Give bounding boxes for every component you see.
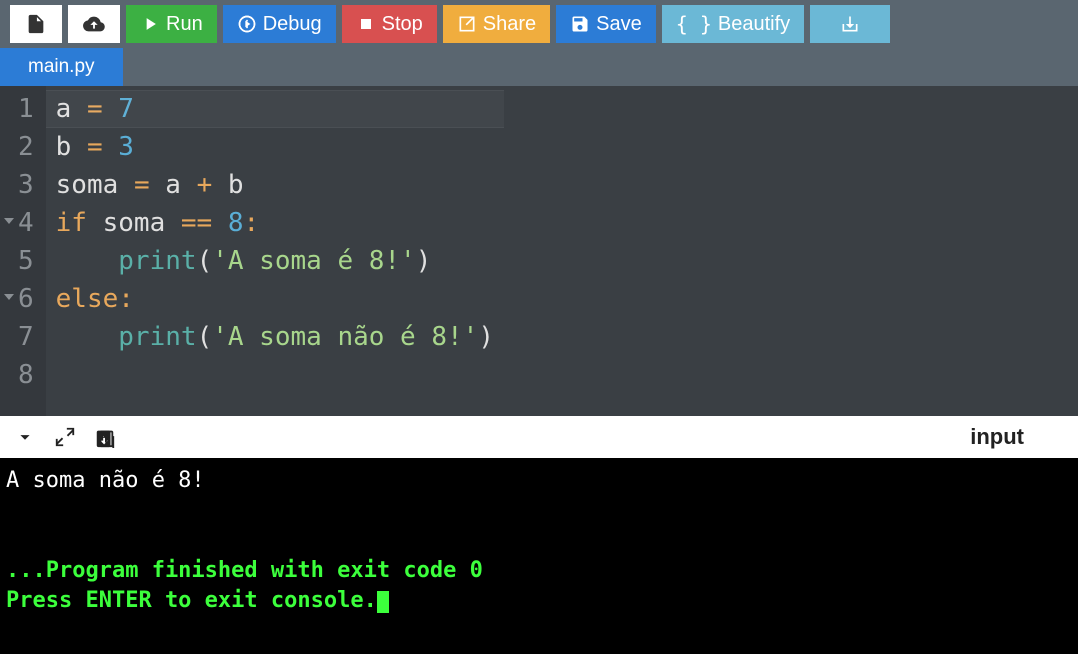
line-number: 8 [18, 356, 34, 394]
line-number: 7 [18, 318, 34, 356]
braces-icon: { } [676, 12, 712, 36]
toolbar: Run Debug Stop Share Save { } Beautify [0, 0, 1078, 48]
code-line[interactable]: if soma == 8: [56, 204, 494, 242]
line-number: 6 [18, 280, 34, 318]
fold-marker-icon[interactable] [4, 218, 14, 224]
code-line[interactable] [56, 356, 494, 394]
run-button[interactable]: Run [126, 5, 217, 43]
line-number: 3 [18, 166, 34, 204]
save-icon [570, 14, 590, 34]
console-line: ...Program finished with exit code 0 [6, 556, 1072, 586]
debug-button[interactable]: Debug [223, 5, 336, 43]
download-icon [840, 14, 860, 34]
code-line[interactable]: print('A soma não é 8!') [56, 318, 494, 356]
code-line[interactable]: b = 3 [56, 128, 494, 166]
upload-button[interactable] [68, 5, 120, 43]
console-cursor [377, 591, 389, 613]
beautify-button[interactable]: { } Beautify [662, 5, 804, 43]
file-icon [25, 13, 47, 35]
gutter: 12345678 [0, 86, 46, 416]
console[interactable]: A soma não é 8! ...Program finished with… [0, 458, 1078, 654]
download-button[interactable] [810, 5, 890, 43]
chevron-down-icon[interactable] [14, 426, 36, 448]
code-area[interactable]: a = 7b = 3soma = a + bif soma == 8: prin… [46, 86, 504, 416]
console-line [6, 496, 1072, 526]
code-line[interactable]: print('A soma é 8!') [56, 242, 494, 280]
console-toolbar: input [0, 416, 1078, 458]
share-icon [457, 14, 477, 34]
copy-icon[interactable] [94, 426, 116, 448]
tab-main-py[interactable]: main.py [0, 48, 123, 86]
stop-button[interactable]: Stop [342, 5, 437, 43]
debug-label: Debug [263, 13, 322, 36]
code-line[interactable]: a = 7 [56, 90, 494, 128]
code-line[interactable]: else: [56, 280, 494, 318]
tabs: main.py [0, 48, 1078, 86]
share-label: Share [483, 13, 536, 36]
line-number: 2 [18, 128, 34, 166]
play-icon [140, 14, 160, 34]
stop-icon [356, 14, 376, 34]
debug-icon [237, 14, 257, 34]
run-label: Run [166, 13, 203, 36]
save-button[interactable]: Save [556, 5, 656, 43]
new-file-button[interactable] [10, 5, 62, 43]
line-number: 1 [18, 90, 34, 128]
save-label: Save [596, 13, 642, 36]
bottom-bar [0, 654, 1078, 672]
input-label: input [970, 424, 1064, 450]
fold-marker-icon[interactable] [4, 294, 14, 300]
expand-icon[interactable] [54, 426, 76, 448]
editor[interactable]: 12345678 a = 7b = 3soma = a + bif soma =… [0, 86, 1078, 416]
beautify-label: Beautify [718, 13, 790, 36]
console-line [6, 526, 1072, 556]
upload-icon [83, 13, 105, 35]
line-number: 4 [18, 204, 34, 242]
console-line: A soma não é 8! [6, 466, 1072, 496]
code-line[interactable]: soma = a + b [56, 166, 494, 204]
console-line: Press ENTER to exit console. [6, 586, 1072, 616]
stop-label: Stop [382, 13, 423, 36]
line-number: 5 [18, 242, 34, 280]
share-button[interactable]: Share [443, 5, 550, 43]
